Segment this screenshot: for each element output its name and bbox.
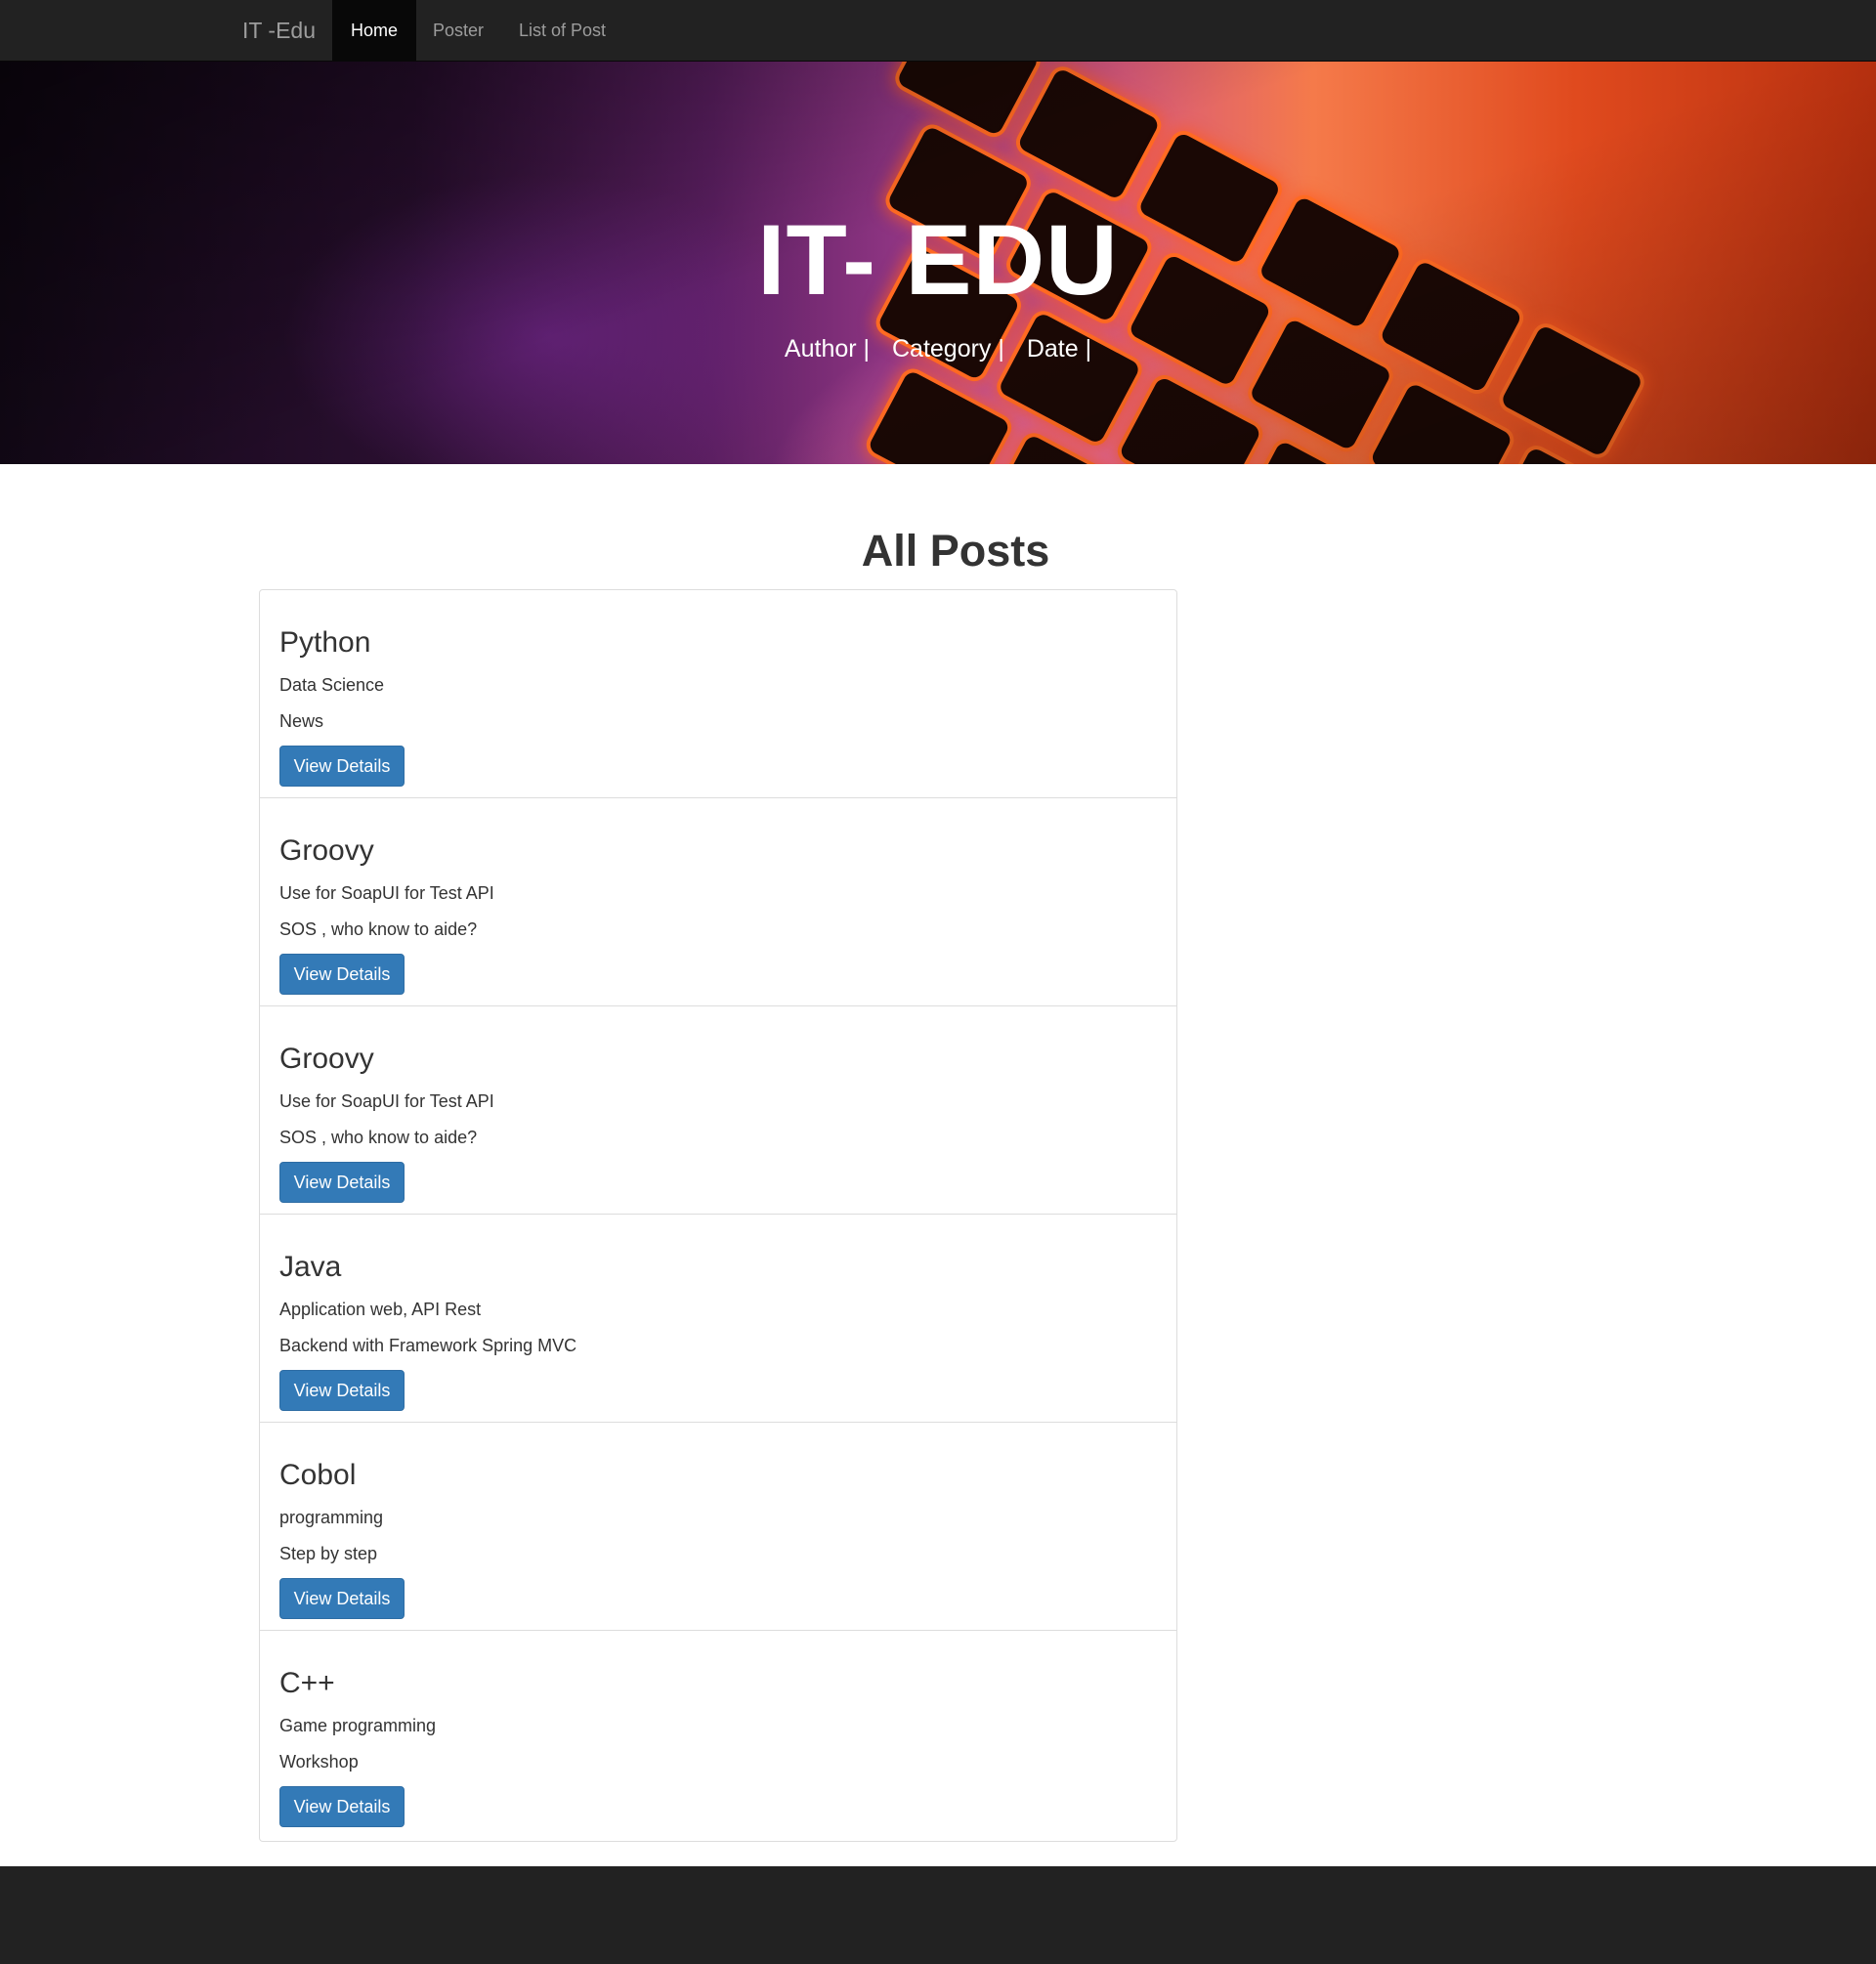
post-title: Python: [279, 626, 371, 659]
brand-logo-link[interactable]: IT -Edu: [242, 0, 316, 61]
nav-home[interactable]: Home: [332, 0, 417, 61]
hero-date: Date |: [1026, 335, 1092, 363]
list-item: Java Application web, API Rest Backend w…: [260, 1215, 1176, 1423]
hero-title: IT- EDU: [757, 204, 1119, 316]
post-subtitle: Use for SoapUI for Test API: [279, 883, 494, 903]
view-details-button[interactable]: View Details: [279, 1578, 405, 1619]
post-subtitle: programming: [279, 1508, 384, 1527]
post-subtitle: Data Science: [279, 675, 385, 695]
post-description: Backend with Framework Spring MVC: [279, 1336, 577, 1355]
hero-category: Category |: [891, 335, 1004, 363]
post-description: Workshop: [279, 1752, 359, 1772]
list-item: Cobol programming Step by step View Deta…: [260, 1423, 1176, 1631]
post-subtitle: Application web, API Rest: [279, 1300, 482, 1319]
post-description: SOS , who know to aide?: [279, 1128, 478, 1147]
hero-author: Author |: [784, 335, 871, 363]
view-details-button[interactable]: View Details: [279, 954, 405, 995]
post-title: Java: [279, 1251, 342, 1283]
posts-list: Python Data Science News View Details Gr…: [259, 589, 1177, 1842]
post-title: Groovy: [279, 1043, 374, 1075]
list-item: Python Data Science News View Details: [260, 590, 1176, 798]
view-details-button[interactable]: View Details: [279, 1370, 405, 1411]
view-details-button[interactable]: View Details: [279, 1162, 405, 1203]
post-title: C++: [279, 1667, 335, 1699]
page-title: All Posts: [861, 526, 1050, 576]
post-subtitle: Game programming: [279, 1716, 437, 1735]
list-item: C++ Game programming Workshop View Detai…: [260, 1631, 1176, 1839]
hero-banner: IT- EDU Author | Category | Date |: [0, 62, 1876, 464]
view-details-button[interactable]: View Details: [279, 1786, 405, 1827]
list-item: Groovy Use for SoapUI for Test API SOS ,…: [260, 798, 1176, 1006]
top-navbar: IT -Edu Home Poster List of Post: [0, 0, 1876, 62]
nav-list-of-post[interactable]: List of Post: [500, 0, 624, 61]
post-title: Cobol: [279, 1459, 357, 1491]
view-details-button[interactable]: View Details: [279, 746, 405, 787]
post-description: News: [279, 711, 324, 731]
post-title: Groovy: [279, 834, 374, 867]
post-subtitle: Use for SoapUI for Test API: [279, 1091, 494, 1111]
post-description: SOS , who know to aide?: [279, 919, 478, 939]
page-footer: [0, 1866, 1876, 1964]
nav-poster[interactable]: Poster: [414, 0, 502, 61]
post-description: Step by step: [279, 1544, 378, 1563]
list-item: Groovy Use for SoapUI for Test API SOS ,…: [260, 1006, 1176, 1215]
hero-meta: Author | Category | Date |: [0, 335, 1876, 363]
